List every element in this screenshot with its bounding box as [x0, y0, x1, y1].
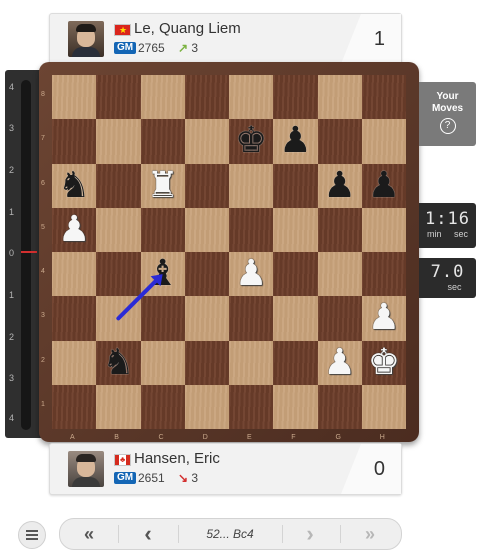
eval-tick: 4	[9, 413, 15, 423]
title-badge: GM	[114, 472, 137, 484]
menu-icon-bar	[26, 534, 38, 536]
title-badge: GM	[114, 42, 137, 54]
file-label: A	[70, 434, 75, 441]
eval-tick: 1	[9, 290, 15, 300]
top-player-card: ★ Le, Quang Liem GM 2765 ↗ 3 1	[49, 13, 402, 65]
score-box	[341, 444, 401, 494]
eval-zero-marker	[21, 251, 37, 253]
player-score: 1	[373, 28, 385, 50]
player-score: 0	[373, 458, 385, 480]
current-move-label[interactable]: 52... Bc4	[178, 519, 282, 549]
eval-tick: 0	[9, 248, 15, 258]
rating-delta-value: 3	[191, 471, 199, 485]
rank-label: 1	[41, 400, 45, 408]
your-moves-label-line2: Moves	[431, 103, 464, 114]
file-label: F	[291, 434, 296, 441]
rating-delta: ↘ 3	[178, 471, 198, 485]
clock-units: min sec	[419, 229, 476, 239]
rating-delta-value: 3	[191, 41, 199, 55]
your-moves-button[interactable]: Your Moves ?	[419, 82, 476, 146]
eval-tick: 3	[9, 123, 15, 133]
rank-label: 4	[41, 268, 45, 275]
rating-delta: ↗ 3	[178, 41, 198, 55]
chess-board-frame: 8 7 ♚ ♟ ♞ 6 ♜ ♟ ♟ ♟ 5 4 ♝ ♟ 3 ♟ 2 ♞ ♟ ♚ A 1 B C D E F G H	[39, 62, 419, 442]
min-label: min	[426, 229, 442, 239]
menu-button[interactable]	[18, 521, 46, 549]
eval-tick: 3	[9, 373, 15, 383]
file-label: D	[202, 434, 208, 441]
eval-tick: 2	[9, 332, 15, 342]
help-icon: ?	[439, 118, 456, 134]
eval-track	[21, 80, 31, 430]
bottom-player-card: ♣ Hansen, Eric GM 2651 ↘ 3 0	[49, 443, 402, 495]
nav-divider	[282, 525, 283, 543]
clock-digits: 1:16	[425, 209, 470, 229]
clock-digits: 7.0	[430, 262, 465, 282]
eval-tick: 2	[9, 165, 15, 175]
sec-label: sec	[447, 282, 462, 292]
last-move-button[interactable]: »	[350, 519, 390, 549]
player-name[interactable]: Le, Quang Liem	[134, 20, 241, 37]
sec-label: sec	[454, 229, 469, 239]
bottom-clock: 7.0 sec	[419, 258, 476, 298]
player-rating: 2765	[138, 41, 165, 55]
your-moves-label-line1: Your	[436, 91, 459, 102]
menu-icon-bar	[26, 530, 38, 532]
file-label: H	[379, 434, 385, 441]
arrow-down-icon: ↘	[178, 471, 189, 485]
score-box	[341, 14, 401, 64]
player-photo-avatar	[68, 21, 104, 57]
last-move-arrow	[116, 274, 163, 321]
rank-label: 5	[41, 223, 45, 231]
player-name[interactable]: Hansen, Eric	[134, 450, 220, 467]
player-rating: 2651	[138, 471, 165, 485]
file-label: C	[158, 434, 164, 441]
move-navigation: « ‹ 52... Bc4 › »	[59, 518, 402, 550]
rank-label: 6	[41, 179, 45, 187]
top-clock: 1:16 min sec	[419, 203, 476, 248]
first-move-button[interactable]: «	[70, 519, 108, 549]
arrow-shaft	[116, 277, 159, 321]
eval-tick: 1	[9, 207, 15, 217]
arrow-up-icon: ↗	[178, 41, 189, 55]
vietnam-flag-icon: ★	[114, 24, 131, 36]
rank-label: 7	[41, 135, 45, 143]
rank-label: 8	[41, 91, 45, 98]
rank-label: 2	[41, 356, 45, 364]
nav-divider	[118, 525, 119, 543]
eval-tick: 4	[9, 82, 15, 92]
menu-icon-bar	[26, 538, 38, 540]
file-label: B	[114, 434, 119, 441]
nav-divider	[340, 525, 341, 543]
next-move-button[interactable]: ›	[290, 519, 330, 549]
canada-flag-icon: ♣	[114, 454, 131, 466]
rank-label: 3	[41, 312, 45, 320]
file-label: G	[335, 434, 341, 441]
player-photo-avatar	[68, 451, 104, 487]
file-label: E	[247, 434, 252, 441]
previous-move-button[interactable]: ‹	[128, 519, 168, 549]
